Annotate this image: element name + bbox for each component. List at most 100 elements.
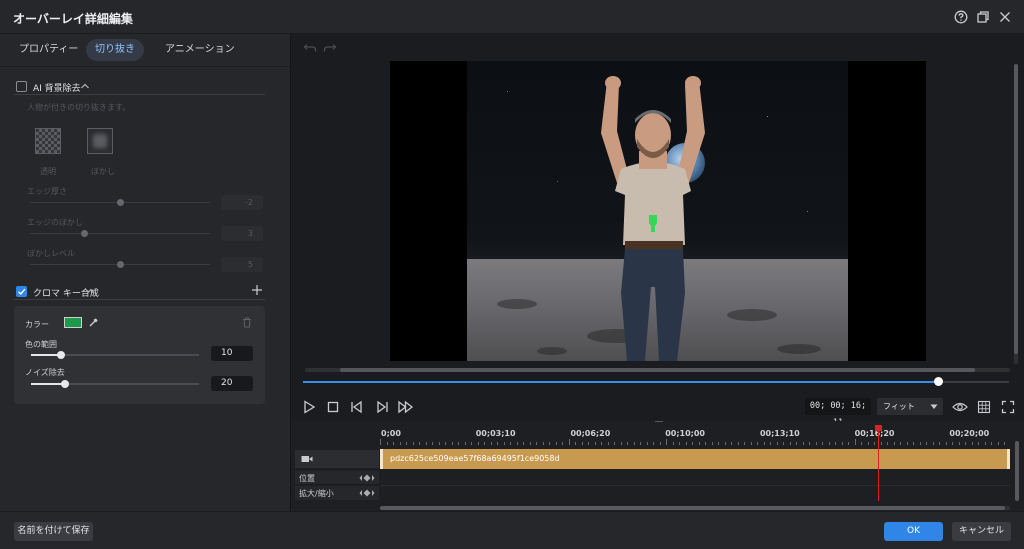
ai-bg-checkbox[interactable] <box>16 81 27 92</box>
ai-bg-hint: 人物が付きの切り抜きます。 <box>27 103 131 112</box>
edge-feather-track[interactable] <box>30 233 210 234</box>
timeline-horizontal-scrollbar[interactable] <box>380 506 1010 510</box>
ruler-tick <box>568 439 570 445</box>
ruler-tick <box>731 442 732 445</box>
help-icon[interactable] <box>954 10 968 24</box>
ruler-tick <box>399 442 401 445</box>
ruler-tick <box>594 442 596 445</box>
ruler-tick <box>711 442 713 445</box>
edge-feather-knob[interactable] <box>81 230 88 237</box>
ruler-tick <box>484 442 485 445</box>
ruler-label: 00;20;00 <box>949 429 990 438</box>
ruler-tick <box>588 442 589 445</box>
chroma-key-checkbox[interactable] <box>16 286 27 297</box>
ruler-tick <box>939 442 940 445</box>
clip-trim-handle-left[interactable] <box>380 449 383 469</box>
undo-icon[interactable] <box>303 43 317 53</box>
ruler-tick <box>614 442 615 445</box>
video-preview[interactable] <box>390 61 926 361</box>
fullscreen-icon[interactable] <box>1001 400 1015 414</box>
preview-horizontal-scrollbar[interactable] <box>305 368 1010 372</box>
noise-removal-value[interactable]: 20 <box>211 376 253 391</box>
check-icon <box>18 288 26 296</box>
noise-removal-knob[interactable] <box>60 380 69 388</box>
ruler-tick <box>549 442 550 445</box>
ruler-tick <box>510 442 511 445</box>
track-label-scale: 拡大/縮小 <box>299 489 334 498</box>
ruler-tick <box>471 442 472 445</box>
ruler-tick <box>958 442 960 445</box>
color-range-label: 色の範囲 <box>25 340 57 349</box>
timecode-display[interactable]: 00; 00; 16; 11 <box>805 398 871 428</box>
keyframe-nav-icon[interactable] <box>359 489 375 497</box>
blur-level-knob[interactable] <box>117 261 124 268</box>
restore-window-icon[interactable] <box>976 10 990 24</box>
blur-level-label: ぼかしレベル <box>27 249 75 258</box>
transparent-option-thumb[interactable] <box>35 128 61 154</box>
ruler-tick <box>445 442 446 445</box>
keyframe-track-position[interactable]: 位置 <box>295 471 379 485</box>
tab-cutout[interactable]: 切り抜き <box>86 39 144 61</box>
next-frame-icon[interactable] <box>374 400 389 414</box>
tab-animation[interactable]: アニメーション <box>156 39 244 61</box>
ruler-tick <box>835 442 836 445</box>
ok-button[interactable]: OK <box>884 522 943 541</box>
color-range-knob[interactable] <box>57 351 66 359</box>
add-icon[interactable] <box>251 284 263 296</box>
keyframe-nav-icon[interactable] <box>359 474 375 482</box>
ruler-tick <box>867 442 869 445</box>
ruler-tick <box>815 442 817 445</box>
ruler-tick <box>607 442 609 445</box>
fast-forward-icon[interactable] <box>397 400 415 414</box>
edge-thickness-value[interactable]: -2 <box>221 195 263 210</box>
chevron-up-icon[interactable] <box>86 286 96 296</box>
trash-icon[interactable] <box>242 317 252 328</box>
preview-scrollbar[interactable] <box>1014 64 1018 364</box>
edge-thickness-knob[interactable] <box>117 199 124 206</box>
clip-trim-handle-right[interactable] <box>1007 449 1010 469</box>
ruler-tick <box>919 442 921 445</box>
ruler-tick <box>900 442 901 445</box>
keyframe-track-scale[interactable]: 拡大/縮小 <box>295 486 379 500</box>
ruler-tick <box>802 442 804 445</box>
ruler-tick <box>412 442 414 445</box>
eye-icon[interactable] <box>952 400 968 414</box>
cancel-button[interactable]: キャンセル <box>952 522 1011 541</box>
ruler-tick <box>997 442 999 445</box>
ruler-tick <box>789 442 791 445</box>
ruler-tick <box>406 442 407 445</box>
playhead[interactable] <box>874 425 882 501</box>
timeline-ruler[interactable]: 0;00 00;03;10 00;06;20 00;10;00 00;13;10 00;1… <box>380 421 1010 445</box>
grid-icon[interactable] <box>977 400 991 414</box>
chevron-up-icon[interactable] <box>80 81 90 91</box>
video-clip[interactable]: pdzc625ce509eae57f68a69495f1ce9058d <box>380 449 1010 469</box>
play-icon[interactable] <box>302 400 316 414</box>
ruler-tick <box>932 442 934 445</box>
ruler-tick <box>685 442 687 445</box>
close-icon[interactable] <box>998 10 1012 24</box>
save-as-button[interactable]: 名前を付けて保存 <box>14 522 93 541</box>
ruler-label: 00;10;00 <box>665 429 705 438</box>
color-range-track[interactable] <box>31 354 199 356</box>
ruler-label: 00;03;10 <box>475 429 516 438</box>
blur-level-value[interactable]: 5 <box>221 257 263 272</box>
blur-option-thumb[interactable] <box>87 128 113 154</box>
ruler-tick <box>497 442 498 445</box>
redo-icon[interactable] <box>323 43 337 53</box>
ruler-tick <box>529 442 531 445</box>
zoom-dropdown[interactable]: フィット <box>877 398 943 415</box>
timeline-vertical-scrollbar[interactable] <box>1015 441 1019 501</box>
ruler-tick <box>724 442 726 445</box>
ruler-tick <box>906 442 908 445</box>
ruler-tick <box>575 442 576 445</box>
color-range-value[interactable]: 10 <box>211 346 253 361</box>
noise-removal-track[interactable] <box>31 383 199 385</box>
ruler-tick <box>770 442 771 445</box>
preview-progress-track[interactable] <box>303 381 1009 383</box>
eyedropper-icon[interactable] <box>88 317 99 328</box>
stop-icon[interactable] <box>327 401 339 413</box>
previous-frame-icon[interactable] <box>350 400 365 414</box>
key-color-swatch[interactable] <box>64 317 82 328</box>
tab-properties[interactable]: プロパティー <box>10 39 87 61</box>
edge-feather-value[interactable]: 3 <box>221 226 263 241</box>
